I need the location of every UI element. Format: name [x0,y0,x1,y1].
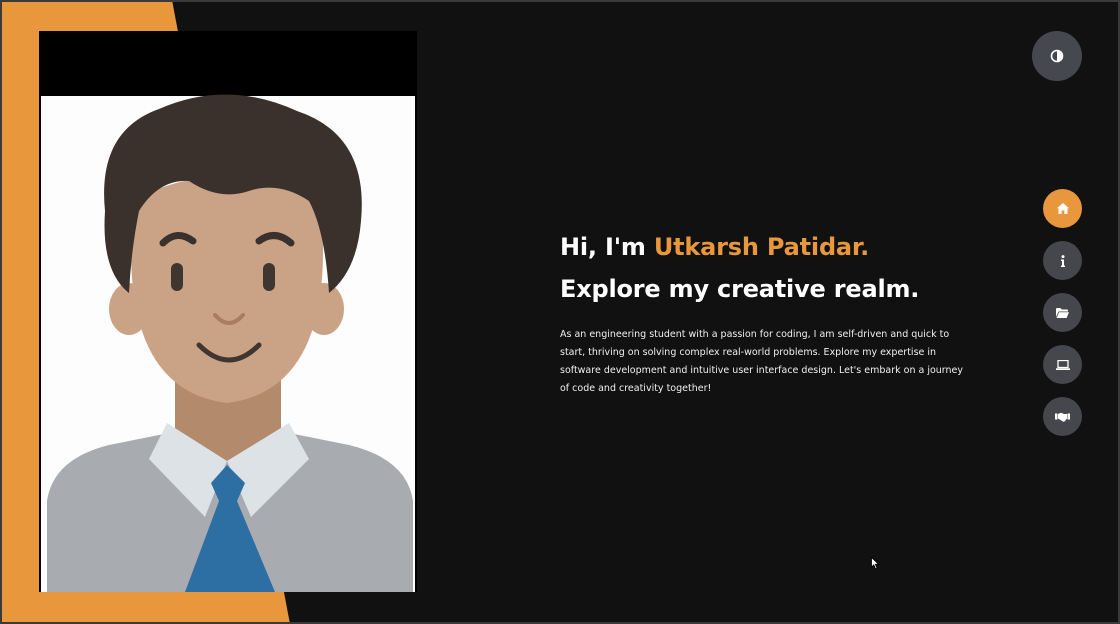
mouse-cursor [871,557,880,570]
hero-heading: Hi, I'm Utkarsh Patidar. Explore my crea… [560,226,970,310]
nav-portfolio-button[interactable] [1043,293,1082,332]
hero-name: Utkarsh Patidar. [653,233,870,261]
hero-greeting: Hi, I'm [560,233,654,261]
nav-about-button[interactable] [1043,241,1082,280]
nav-contact-button[interactable] [1043,397,1082,436]
profile-portrait [39,31,417,592]
contrast-icon [1050,49,1064,63]
info-icon [1060,254,1065,267]
hero-tagline: Explore my creative realm. [560,275,920,303]
home-icon [1056,203,1069,214]
theme-toggle-button[interactable] [1032,31,1082,81]
hero-description: As an engineering student with a passion… [560,329,964,394]
handshake-icon [1055,412,1070,422]
nav-projects-button[interactable] [1043,345,1082,384]
nav-home-button[interactable] [1043,189,1082,228]
folder-icon [1056,307,1069,318]
laptop-icon [1055,359,1070,370]
hero-section: Hi, I'm Utkarsh Patidar. Explore my crea… [560,226,970,398]
